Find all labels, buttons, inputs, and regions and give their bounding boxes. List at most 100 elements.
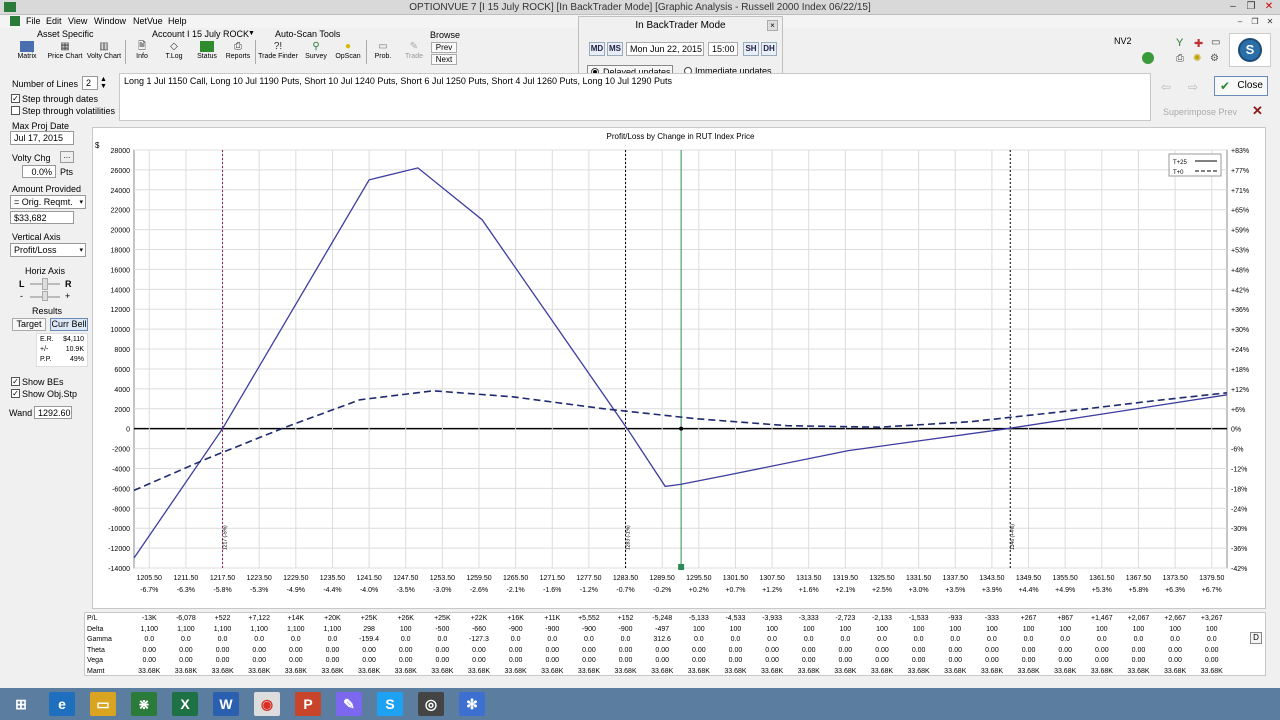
menu-view[interactable]: View [68,16,87,26]
notepad-icon[interactable]: ✎ [336,692,362,716]
dh-button[interactable]: DH [761,42,777,56]
amount-provided-select[interactable]: = Orig. Reqmt. ▾ [10,195,86,209]
next-button[interactable]: Next [431,54,457,65]
pct-tick-label: -6% [1231,447,1243,454]
prev-button[interactable]: Prev [431,42,457,53]
x-tick-label: 1355.50 [1053,575,1078,582]
volty-unit-label: Pts [60,167,74,177]
opscan-button[interactable]: ● OpScan [334,41,362,63]
chrome-icon[interactable]: ◉ [254,692,280,716]
word-icon[interactable]: W [213,692,239,716]
x-pct-label: -4.9% [287,587,305,594]
windows-start-icon[interactable]: ⊞ [8,692,34,716]
legend-label: T+25 [1173,160,1188,166]
curr-bell-tab[interactable]: Curr Bell [50,318,88,331]
survey-button[interactable]: ⚲ Survey [302,41,330,63]
y-tick-label: 12000 [111,307,131,314]
trade-finder-button[interactable]: ?! Trade Finder [258,41,298,63]
close-chart-icon[interactable]: ✕ [1252,103,1263,119]
backtrader-time-field[interactable]: 15:00 [708,42,738,56]
sun-icon[interactable]: ✺ [1193,53,1201,64]
show-bes-checkbox[interactable]: ✓ [11,377,20,386]
volty-more-button[interactable]: ... [60,151,74,163]
reports-button[interactable]: ⎙ Reports [224,41,252,63]
optionvue-icon[interactable]: ⋇ [131,692,157,716]
close-button[interactable]: ✔ Close [1214,76,1268,96]
step-dates-checkbox[interactable]: ✓ [11,94,20,103]
close-window-button[interactable]: ✕ [1258,1,1280,14]
window-title: OPTIONVUE 7 [I 15 July ROCK] [In BackTra… [409,2,871,13]
chart-frame: Profit/Loss by Change in RUT Index Price… [92,127,1266,609]
trade-label: Trade [404,53,424,60]
pct-tick-label: +71% [1231,188,1249,195]
pm-label: +/- [40,346,49,353]
camera-icon[interactable]: ◎ [418,692,444,716]
status-button[interactable]: Status [194,41,220,63]
show-obj-checkbox[interactable]: ✓ [11,389,20,398]
matrix-button[interactable]: Matrix [12,41,42,63]
trade-button[interactable]: ✎ Trade [401,41,427,63]
snowflake-app-icon[interactable]: ✻ [459,692,485,716]
price-chart-button[interactable]: ▦ Price Chart [46,41,84,63]
screen-icon[interactable]: ▭ [1211,37,1220,48]
menu-netvue[interactable]: NetVue [133,16,163,26]
tree-icon[interactable]: Y [1176,37,1183,49]
greek-cell: 0.00 [1204,657,1219,664]
mdi-close-button[interactable]: ✕ [1264,16,1276,29]
y-unit-label: $ [95,141,100,150]
mdi-restore-button[interactable]: ❐ [1249,16,1261,29]
gear-icon[interactable]: ⚙ [1210,53,1219,64]
mdi-minimize-button[interactable]: – [1234,16,1246,29]
pl-chart[interactable]: Profit/Loss by Change in RUT Index Price… [93,128,1267,610]
x-pct-label: +0.2% [689,587,709,594]
y-tick-label: 2000 [114,407,130,414]
d-button[interactable]: D [1250,632,1262,644]
printer-icon[interactable]: ⎙ [1176,53,1184,64]
prob-button[interactable]: ▭ Prob. [370,41,396,63]
step-vols-checkbox[interactable] [11,106,20,115]
menu-help[interactable]: Help [168,16,187,26]
max-proj-field[interactable]: Jul 17, 2015 [10,131,74,145]
amount-value-field[interactable]: $33,682 [10,211,74,224]
num-lines-field[interactable]: 2 [82,76,98,90]
superimpose-prev-button[interactable]: Superimpose Prev [1163,107,1237,117]
file-explorer-icon[interactable]: ▭ [90,692,116,716]
x-pct-label: -3.5% [397,587,415,594]
x-pct-label: +1.6% [799,587,819,594]
excel-icon[interactable]: X [172,692,198,716]
sh-button[interactable]: SH [743,42,759,56]
ms-button[interactable]: MS [607,42,623,56]
internet-explorer-icon[interactable]: e [49,692,75,716]
tlog-button[interactable]: ◇ T.Log [160,41,188,63]
menu-window[interactable]: Window [94,16,126,26]
chevron-down-icon[interactable]: ▼ [248,30,255,37]
globe-icon[interactable] [1142,52,1154,64]
num-lines-spinner-icon[interactable]: ▲ ▼ [100,76,107,90]
y-tick-label: 28000 [111,148,131,155]
zoom-in-button[interactable]: + [65,291,70,301]
skype-icon[interactable]: S [377,692,403,716]
volty-chart-button[interactable]: ▥ Volty Chart [86,41,122,63]
target-tab[interactable]: Target [12,318,46,331]
backtrader-close-button[interactable]: × [767,20,778,31]
red-icon[interactable]: ✚ [1194,37,1203,50]
horiz-slider-handle[interactable] [42,278,48,290]
zoom-out-button[interactable]: - [20,291,23,301]
md-button[interactable]: MD [589,42,605,56]
info-button[interactable]: 🗎 Info [130,41,154,63]
x-pct-label: +2.1% [835,587,855,594]
arrow-right-icon[interactable]: ⇨ [1188,80,1198,94]
volty-chg-field[interactable]: 0.0% [22,165,56,178]
account-label[interactable]: Account I 15 July ROCK [152,29,249,39]
powerpoint-icon[interactable]: P [295,692,321,716]
pm-value: 10.9K [65,346,84,353]
backtrader-date-field[interactable]: Mon Jun 22, 2015 [626,42,704,56]
wand-field[interactable]: 1292.60 [34,406,72,419]
menu-edit[interactable]: Edit [46,16,62,26]
x-tick-label: 1337.50 [943,575,968,582]
menu-file[interactable]: File [26,16,41,26]
vertical-axis-select[interactable]: Profit/Loss ▾ [10,243,86,257]
arrow-left-icon[interactable]: ⇦ [1161,80,1171,94]
amount-provided-label: Amount Provided [12,184,82,194]
zoom-slider-handle[interactable] [42,291,48,301]
